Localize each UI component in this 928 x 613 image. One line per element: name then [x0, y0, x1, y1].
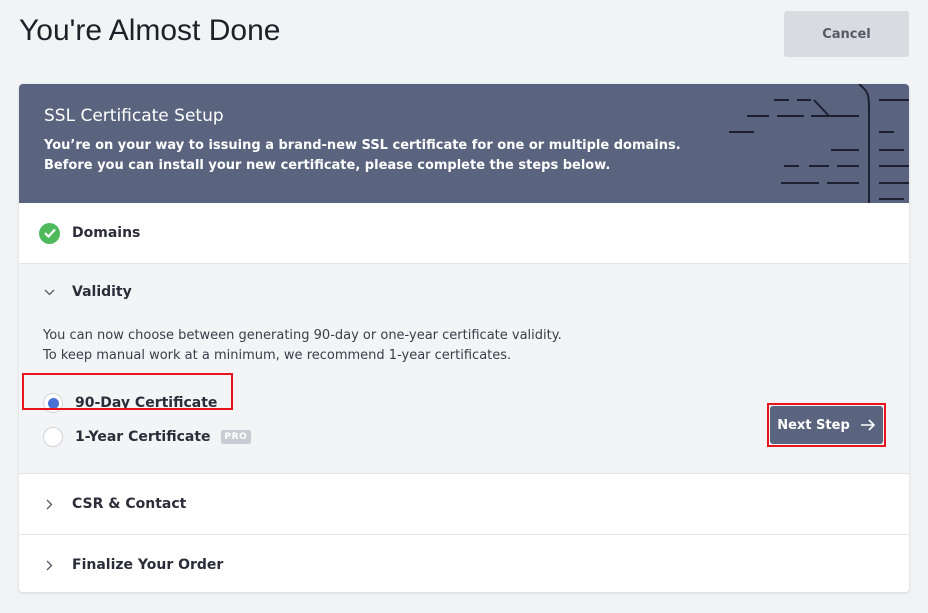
step-validity: Validity You can now choose between gene… [19, 263, 909, 473]
validity-description: You can now choose between generating 90… [43, 326, 909, 366]
step-finalize-label: Finalize Your Order [72, 557, 224, 573]
pro-badge: PRO [220, 430, 252, 444]
step-domains: Domains [19, 203, 909, 263]
chevron-down-icon [39, 289, 60, 296]
next-step-label: Next Step [777, 417, 850, 433]
option-1-year-label: 1-Year Certificate [75, 429, 211, 445]
step-validity-label: Validity [72, 284, 132, 300]
arrow-right-icon [860, 419, 875, 431]
check-circle-icon [39, 222, 60, 244]
page-title: You're Almost Done [19, 14, 281, 47]
chevron-right-icon [39, 560, 60, 571]
step-csr-label: CSR & Contact [72, 496, 187, 512]
setup-banner: SSL Certificate Setup You’re on your way… [19, 84, 909, 203]
validity-text-line-2: To keep manual work at a minimum, we rec… [43, 348, 512, 363]
ssl-setup-card: SSL Certificate Setup You’re on your way… [19, 84, 909, 592]
cancel-button[interactable]: Cancel [784, 11, 909, 57]
validity-text-line-1: You can now choose between generating 90… [43, 328, 562, 343]
step-domains-label: Domains [72, 225, 141, 241]
chevron-right-icon [39, 499, 60, 510]
step-finalize-header[interactable]: Finalize Your Order [19, 535, 909, 592]
step-csr-header[interactable]: CSR & Contact [19, 474, 909, 534]
highlight-frame-90-day [22, 373, 233, 410]
step-domains-header[interactable]: Domains [19, 203, 909, 263]
next-step-button[interactable]: Next Step [770, 406, 883, 444]
step-validity-header[interactable]: Validity [19, 264, 909, 320]
decorative-lines-graphic [729, 84, 909, 203]
step-csr-contact: CSR & Contact [19, 473, 909, 534]
step-finalize-order: Finalize Your Order [19, 534, 909, 592]
radio-1-year[interactable] [43, 427, 63, 447]
